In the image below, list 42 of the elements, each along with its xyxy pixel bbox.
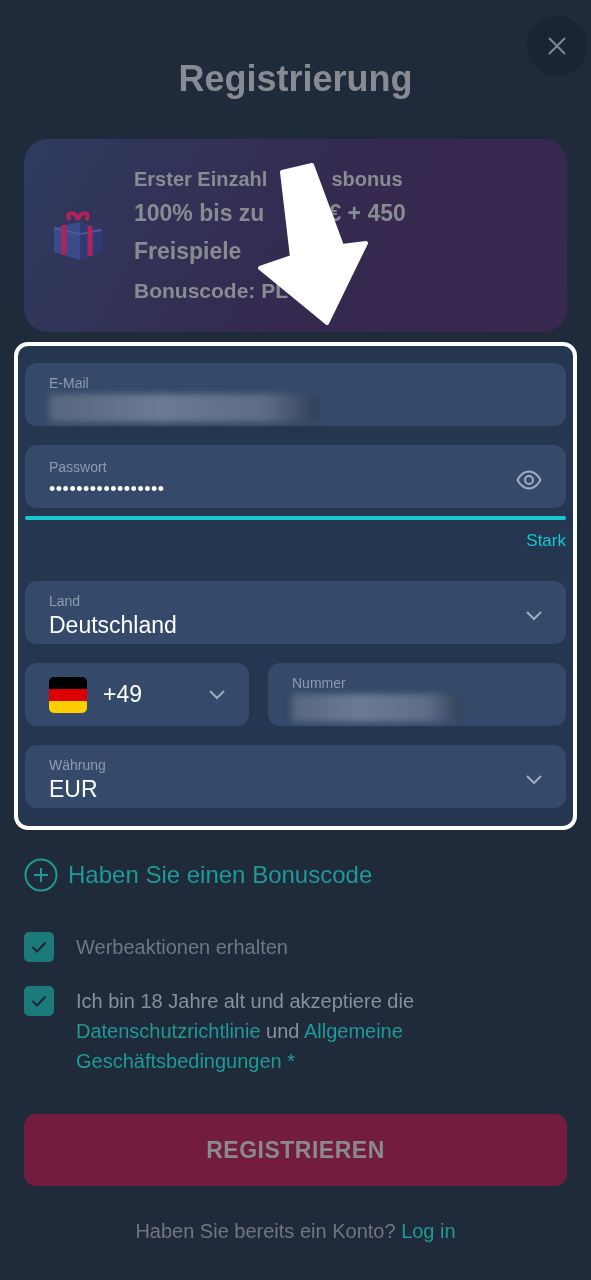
terms-link[interactable]: Geschäftsbedingungen xyxy=(76,1050,282,1072)
chevron-icon xyxy=(526,610,542,621)
bonus-headline: Freispiele xyxy=(134,237,242,266)
currency-value: EUR xyxy=(49,774,99,804)
eye-icon[interactable] xyxy=(516,469,542,490)
close-icon xyxy=(548,37,566,55)
strength-label: Stark xyxy=(526,530,566,552)
field-label: Land xyxy=(49,591,82,610)
bonus-caption: sbonus xyxy=(331,168,403,191)
checkbox[interactable] xyxy=(24,932,54,962)
password-field[interactable]: Passwort ••••••••••••••••• xyxy=(25,445,566,508)
terms-link[interactable]: Datenschutzrichtlinie xyxy=(76,1020,261,1042)
bonus-headline: 100% bis zu xyxy=(134,199,265,228)
currency-field[interactable]: Währung EUR xyxy=(25,745,566,808)
password-value: ••••••••••••••••• xyxy=(49,477,166,501)
chevron-icon xyxy=(209,689,225,700)
field-label: E-Mail xyxy=(49,373,90,392)
country-value: Deutschland xyxy=(49,610,178,640)
login-link[interactable]: Log in xyxy=(401,1220,456,1242)
country-code-field[interactable]: +49 xyxy=(25,663,249,726)
checkbox[interactable] xyxy=(24,986,54,1016)
field-label: Passwort xyxy=(49,457,108,476)
consent-text: Ich bin 18 Jahre alt und akzeptiere die Datenschutzrichtlinie und Allgemeine Geschäftsbedingungen * xyxy=(76,989,415,1074)
field-label: Währung xyxy=(49,755,107,774)
phone-number-field[interactable]: Nummer xyxy=(268,663,566,726)
check-icon xyxy=(31,995,47,1007)
bonus-code-link[interactable]: Haben Sie einen Bonuscode xyxy=(24,858,373,892)
chevron-icon xyxy=(526,774,542,785)
page-title: Registrierung xyxy=(178,57,413,101)
email-field[interactable]: E-Mail xyxy=(25,363,566,426)
bonus-code: Bonuscode: PL xyxy=(134,279,288,303)
dial-code: +49 xyxy=(103,681,143,708)
check-icon xyxy=(31,941,47,953)
bonus-caption: Erster Einzahl xyxy=(134,168,268,191)
checkbox-label: Werbeaktionen erhalten xyxy=(76,935,288,960)
login-prompt: Haben Sie bereits ein Konto? Log in xyxy=(135,1220,456,1243)
flag-icon xyxy=(49,676,87,713)
plus-circle-icon xyxy=(24,858,58,892)
terms-link[interactable]: Allgemeine xyxy=(303,1020,403,1042)
field-label: Nummer xyxy=(292,673,347,692)
register-button[interactable]: REGISTRIEREN xyxy=(24,1114,567,1186)
country-field[interactable]: Land Deutschland xyxy=(25,581,566,644)
